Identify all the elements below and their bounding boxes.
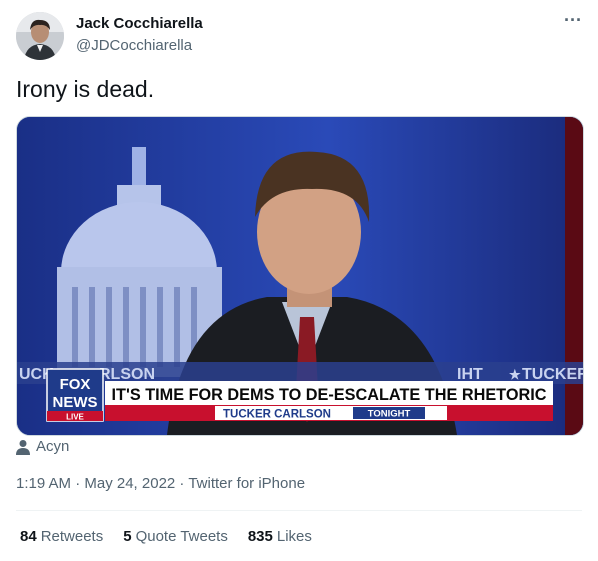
tweet-timestamp[interactable]: 1:19 AM · May 24, 2022 · Twitter for iPh… — [16, 475, 305, 492]
quotes-label: Quote Tweets — [135, 528, 228, 545]
engagement-stats: 84 Retweets 5 Quote Tweets 835 Likes — [20, 528, 312, 545]
retweets-label: Retweets — [40, 528, 104, 545]
media-attribution[interactable]: Acyn — [16, 438, 69, 455]
attribution-name[interactable]: Acyn — [36, 438, 69, 455]
fox-news-logo: FOX NEWS LIVE — [46, 368, 104, 422]
chyron-headline: IT'S TIME FOR DEMS TO DE-ESCALATE THE RH… — [112, 385, 547, 404]
fox-logo-live: LIVE — [66, 413, 84, 422]
person-icon — [16, 439, 30, 455]
likes-stat[interactable]: 835 Likes — [248, 528, 312, 545]
divider — [16, 510, 582, 511]
author-handle[interactable]: @JDCocchiarella — [76, 37, 192, 54]
likes-count: 835 — [247, 528, 273, 545]
quotes-count: 5 — [123, 528, 132, 545]
fox-logo-line1: FOX — [60, 376, 91, 393]
tweet-text: Irony is dead. — [16, 76, 155, 102]
chyron-show-name: TUCKER CARLSON — [223, 409, 331, 421]
avatar-image — [16, 12, 64, 60]
tweet-media[interactable]: UCK RLSON IHT ★ TUCKER FOX NEWS LIVE IT'… — [16, 116, 584, 436]
retweets-stat[interactable]: 84 Retweets — [20, 528, 103, 545]
ticker-right-text-2: TUCKER — [522, 366, 583, 383]
ticker-star: ★ — [509, 367, 521, 382]
likes-label: Likes — [276, 528, 312, 545]
retweets-count: 84 — [20, 528, 37, 545]
author-display-name[interactable]: Jack Cocchiarella — [76, 15, 203, 32]
fox-logo-line2: NEWS — [53, 394, 98, 411]
author-avatar[interactable] — [16, 12, 64, 60]
ticker-right-text: IHT — [457, 366, 483, 383]
more-options-icon[interactable]: ··· — [564, 10, 582, 31]
quote-tweets-stat[interactable]: 5 Quote Tweets — [123, 528, 228, 545]
chyron-show-suffix: TONIGHT — [368, 409, 411, 420]
video-thumbnail: UCK RLSON IHT ★ TUCKER FOX NEWS LIVE IT'… — [17, 117, 583, 435]
ticker-left-text-2: RLSON — [99, 366, 155, 383]
